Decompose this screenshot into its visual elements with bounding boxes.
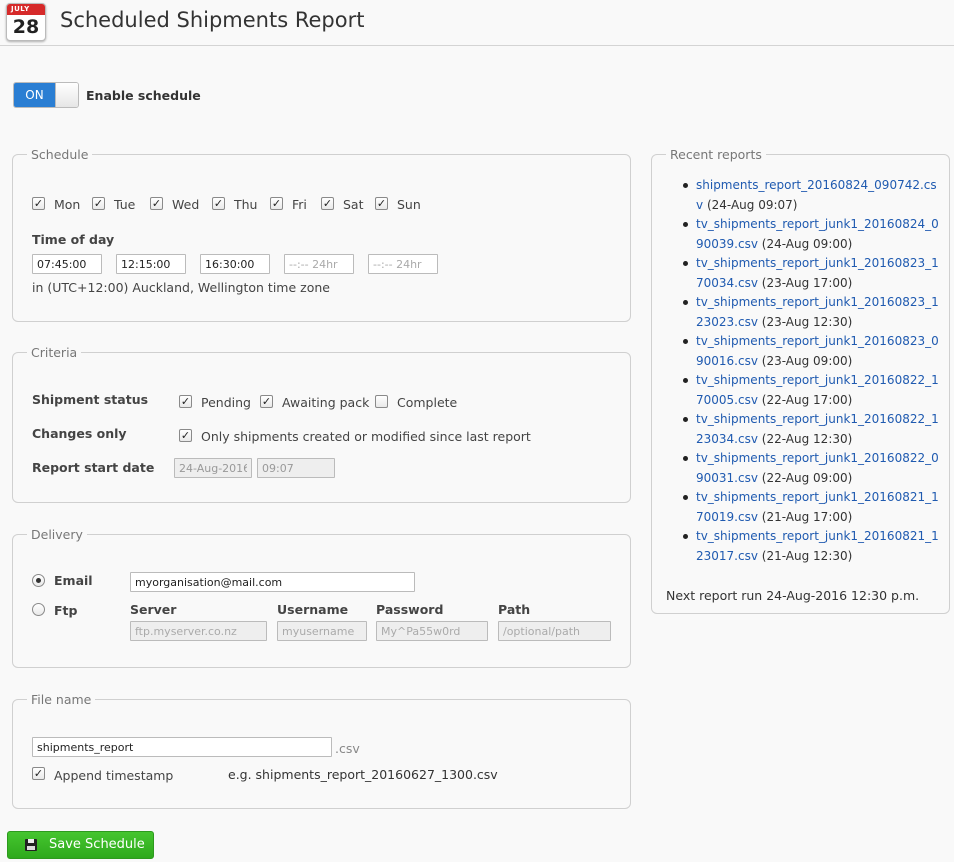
changes-only-checkbox[interactable]: ✓ xyxy=(179,429,192,442)
calendar-month: JULY xyxy=(7,4,45,15)
file-extension: .csv xyxy=(335,741,360,756)
ftp-username-input[interactable] xyxy=(277,621,367,641)
day-sun-checkbox[interactable]: ✓ xyxy=(375,197,388,210)
recent-report-time: (22-Aug 12:30) xyxy=(761,431,853,446)
day-mon-label: Mon xyxy=(54,197,81,212)
report-start-date-label: Report start date xyxy=(32,460,155,475)
recent-report-item: tv_shipments_report_junk1_20160821_17001… xyxy=(683,488,943,527)
toggle-on-label: ON xyxy=(14,83,55,107)
calendar-icon: JULY 28 xyxy=(6,3,46,41)
timezone-text: in (UTC+12:00) Auckland, Wellington time… xyxy=(32,280,330,295)
recent-reports-legend: Recent reports xyxy=(670,147,762,162)
enable-schedule-label: Enable schedule xyxy=(86,88,201,103)
start-time-input[interactable] xyxy=(257,458,335,478)
start-date-input[interactable] xyxy=(174,458,252,478)
enable-schedule-toggle[interactable]: ON xyxy=(13,82,79,108)
ftp-radio[interactable] xyxy=(32,603,45,616)
changes-only-label: Changes only xyxy=(32,426,127,441)
day-wed-checkbox[interactable]: ✓ xyxy=(150,197,163,210)
path-label: Path xyxy=(498,602,531,617)
criteria-legend: Criteria xyxy=(31,345,78,360)
file-name-input[interactable] xyxy=(32,737,332,757)
day-thu-label: Thu xyxy=(234,197,258,212)
day-sat-checkbox[interactable]: ✓ xyxy=(321,197,334,210)
page-title: Scheduled Shipments Report xyxy=(60,8,365,32)
file-name-legend: File name xyxy=(31,692,92,707)
recent-report-time: (23-Aug 09:00) xyxy=(761,353,853,368)
recent-report-item: tv_shipments_report_junk1_20160823_17003… xyxy=(683,254,943,293)
status-pending-label: Pending xyxy=(201,395,251,410)
delivery-legend: Delivery xyxy=(31,527,83,542)
email-radio[interactable] xyxy=(32,574,45,587)
recent-report-time: (24-Aug 09:00) xyxy=(761,236,853,251)
append-timestamp-checkbox[interactable]: ✓ xyxy=(32,767,45,780)
time-input-4[interactable] xyxy=(284,254,354,274)
day-thu-checkbox[interactable]: ✓ xyxy=(212,197,225,210)
page-header: JULY 28 Scheduled Shipments Report xyxy=(0,0,954,46)
recent-report-item: tv_shipments_report_junk1_20160823_09001… xyxy=(683,332,943,371)
recent-report-time: (21-Aug 12:30) xyxy=(761,548,853,563)
shipment-status-label: Shipment status xyxy=(32,392,149,407)
ftp-label: Ftp xyxy=(54,603,78,618)
day-sun-label: Sun xyxy=(397,197,421,212)
day-sat-label: Sat xyxy=(343,197,364,212)
status-complete-label: Complete xyxy=(397,395,458,410)
ftp-password-input[interactable] xyxy=(376,621,488,641)
day-mon-checkbox[interactable]: ✓ xyxy=(32,197,45,210)
recent-report-time: (22-Aug 09:00) xyxy=(761,470,853,485)
changes-only-text: Only shipments created or modified since… xyxy=(201,429,531,444)
day-fri-checkbox[interactable]: ✓ xyxy=(270,197,283,210)
append-timestamp-label: Append timestamp xyxy=(54,768,174,783)
save-schedule-button[interactable]: Save Schedule xyxy=(7,831,154,859)
status-awaiting-pack-label: Awaiting pack xyxy=(282,395,370,410)
recent-report-item: tv_shipments_report_junk1_20160821_12301… xyxy=(683,527,943,566)
status-complete-checkbox[interactable] xyxy=(375,395,388,408)
calendar-day: 28 xyxy=(12,16,40,38)
floppy-disk-icon xyxy=(25,839,37,851)
status-awaiting-pack-checkbox[interactable]: ✓ xyxy=(260,395,273,408)
recent-report-item: tv_shipments_report_junk1_20160822_12303… xyxy=(683,410,943,449)
ftp-server-input[interactable] xyxy=(130,621,267,641)
recent-report-item: tv_shipments_report_junk1_20160822_17000… xyxy=(683,371,943,410)
time-of-day-label: Time of day xyxy=(32,232,115,247)
recent-report-item: tv_shipments_report_junk1_20160824_09003… xyxy=(683,215,943,254)
email-input[interactable] xyxy=(130,572,415,592)
delivery-section: Delivery xyxy=(12,527,631,668)
recent-report-time: (24-Aug 09:07) xyxy=(706,197,798,212)
toggle-knob[interactable] xyxy=(55,83,78,107)
recent-report-time: (23-Aug 12:30) xyxy=(761,314,853,329)
next-report-run: Next report run 24-Aug-2016 12:30 p.m. xyxy=(666,588,920,603)
day-tue-label: Tue xyxy=(114,197,136,212)
server-label: Server xyxy=(130,602,177,617)
time-input-5[interactable] xyxy=(368,254,438,274)
recent-report-time: (22-Aug 17:00) xyxy=(761,392,853,407)
schedule-legend: Schedule xyxy=(31,147,89,162)
recent-report-item: tv_shipments_report_junk1_20160822_09003… xyxy=(683,449,943,488)
time-input-3[interactable] xyxy=(200,254,270,274)
day-fri-label: Fri xyxy=(292,197,307,212)
recent-reports-list: shipments_report_20160824_090742.csv (24… xyxy=(683,176,943,566)
recent-report-time: (23-Aug 17:00) xyxy=(761,275,853,290)
time-input-1[interactable] xyxy=(32,254,102,274)
recent-report-item: tv_shipments_report_junk1_20160823_12302… xyxy=(683,293,943,332)
status-pending-checkbox[interactable]: ✓ xyxy=(179,395,192,408)
recent-report-item: shipments_report_20160824_090742.csv (24… xyxy=(683,176,943,215)
password-label: Password xyxy=(376,602,444,617)
ftp-path-input[interactable] xyxy=(498,621,611,641)
save-schedule-label: Save Schedule xyxy=(49,837,145,852)
file-name-example: e.g. shipments_report_20160627_1300.csv xyxy=(228,767,498,782)
time-input-2[interactable] xyxy=(116,254,186,274)
email-label: Email xyxy=(54,573,93,588)
username-label: Username xyxy=(277,602,349,617)
day-wed-label: Wed xyxy=(172,197,200,212)
recent-report-time: (21-Aug 17:00) xyxy=(761,509,853,524)
criteria-section: Criteria xyxy=(12,345,631,503)
day-tue-checkbox[interactable]: ✓ xyxy=(92,197,105,210)
